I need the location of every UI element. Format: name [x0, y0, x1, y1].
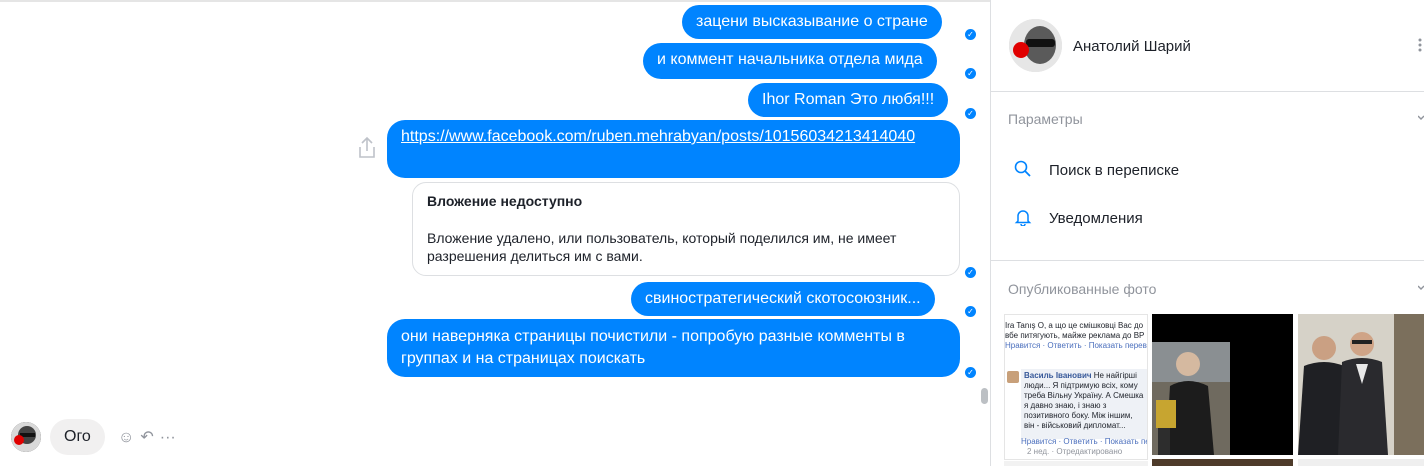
scrollbar-thumb[interactable] [981, 388, 988, 404]
shared-photo[interactable] [1004, 461, 1148, 466]
shared-photo[interactable] [1298, 459, 1424, 466]
contact-name[interactable]: Анатолий Шарий [1073, 38, 1191, 55]
bell-icon [1014, 210, 1032, 226]
photo-text: Василь Іванович [1024, 371, 1092, 380]
message-bubble[interactable]: они наверняка страницы почистили - попро… [387, 319, 960, 377]
shared-photo[interactable] [1298, 314, 1424, 455]
message-bubble[interactable]: и коммент начальника отдела мида [643, 43, 937, 79]
section-divider [991, 91, 1424, 92]
photo-text: вбе питягують, майже реклама до ВР [1005, 331, 1145, 340]
message-text: они наверняка страницы почистили - попро… [401, 328, 905, 367]
photo-text: Нравится · Ответить · Показать перевод [1021, 437, 1147, 446]
message-actions: ☺ ↶ ··· [118, 427, 182, 447]
photo-avatar [1007, 371, 1019, 383]
attachment-title: Вложение недоступно [427, 193, 583, 209]
more-icon[interactable]: ··· [160, 429, 176, 446]
shared-photo[interactable] [1152, 314, 1293, 455]
seen-check-icon: ✓ [965, 367, 976, 378]
option-search-conversation[interactable]: Поиск в переписке [1049, 162, 1179, 179]
emoji-icon[interactable]: ☺ [118, 429, 134, 446]
message-text: и коммент начальника отдела мида [657, 51, 923, 68]
message-thread: зацени высказывание о стране ✓ и коммент… [0, 0, 990, 466]
reply-icon[interactable]: ↶ [140, 429, 153, 446]
section-title-photos[interactable]: Опубликованные фото [1008, 281, 1156, 297]
message-text: свиностратегический скотосоюзник... [645, 290, 921, 307]
photo-text: Ira Tanış О, а що це смішковці Вас до [1005, 321, 1144, 330]
message-bubble[interactable]: свиностратегический скотосоюзник... [631, 282, 935, 316]
seen-check-icon: ✓ [965, 29, 976, 40]
section-title-params[interactable]: Параметры [1008, 111, 1083, 127]
more-options-icon[interactable] [1418, 38, 1422, 52]
photo-text: Нравится · Ответить · Показать перевод [1005, 341, 1148, 350]
seen-check-icon: ✓ [965, 68, 976, 79]
message-bubble[interactable]: Ihor Roman Это любя!!! [748, 83, 949, 117]
contact-avatar[interactable] [1009, 19, 1062, 72]
attachment-body: Вложение удалено, или пользователь, кото… [427, 230, 897, 264]
message-bubble[interactable]: зацени высказывание о стране [682, 5, 942, 39]
attachment-card: Вложение недоступно Вложение удалено, ил… [412, 182, 960, 276]
photo-text: 2 нед. · Отредактировано [1027, 447, 1123, 456]
chevron-icon[interactable] [1418, 285, 1424, 293]
message-text: зацени высказывание о стране [696, 13, 928, 30]
incoming-message-bubble[interactable]: Ого [50, 419, 105, 455]
top-border [0, 0, 990, 2]
search-icon [1014, 160, 1031, 177]
message-text: Ого [64, 428, 91, 445]
option-notifications[interactable]: Уведомления [1049, 210, 1143, 227]
message-link[interactable]: https://www.facebook.com/ruben.mehrabyan… [401, 128, 915, 145]
seen-check-icon: ✓ [965, 267, 976, 278]
section-divider [991, 260, 1424, 261]
message-text: Ihor Roman Это любя!!! [762, 91, 935, 108]
seen-check-icon: ✓ [965, 108, 976, 119]
shared-photo[interactable] [1152, 459, 1293, 466]
chevron-icon[interactable] [1418, 115, 1424, 123]
share-icon[interactable] [356, 136, 378, 160]
seen-check-icon: ✓ [965, 306, 976, 317]
avatar[interactable] [11, 422, 41, 452]
shared-photo[interactable]: Ira Tanış О, а що це смішковці Вас до вб… [1004, 314, 1148, 460]
message-bubble[interactable]: https://www.facebook.com/ruben.mehrabyan… [387, 120, 960, 178]
